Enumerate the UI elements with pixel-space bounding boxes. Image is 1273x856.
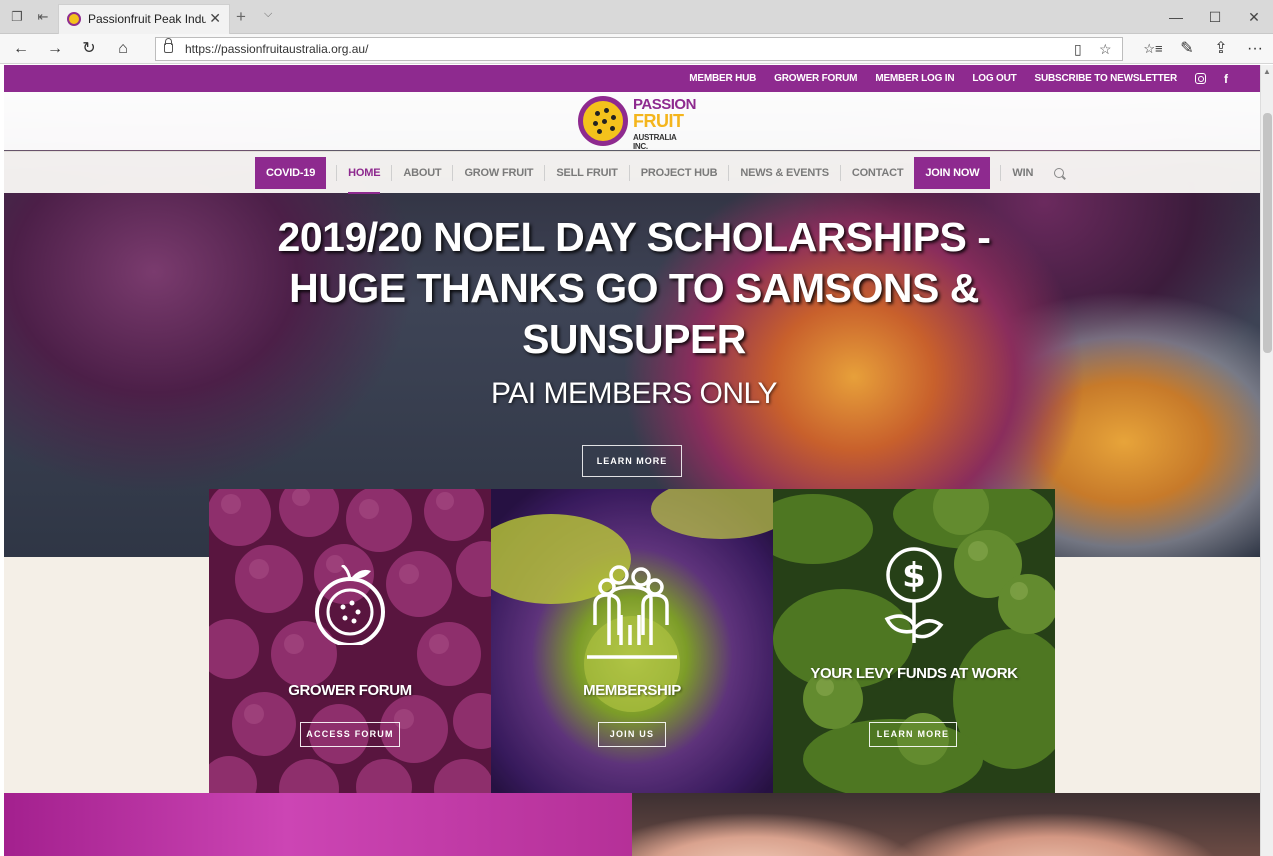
- browser-address-bar: ← → ↻ ⌂ https://passionfruitaustralia.or…: [0, 34, 1273, 64]
- hero-title: 2019/20 NOEL DAY SCHOLARSHIPS - HUGE THA…: [277, 214, 991, 362]
- search-icon[interactable]: [1054, 168, 1065, 178]
- refresh-icon[interactable]: ↻: [79, 39, 99, 59]
- hero-learn-more-button[interactable]: LEARN MORE: [582, 445, 682, 477]
- join-us-button[interactable]: JOIN US: [598, 722, 666, 747]
- passionfruit-logo-icon: [578, 96, 628, 146]
- nav-covid-19[interactable]: COVID-19: [255, 157, 327, 189]
- logo-text-fruit: FRUIT: [633, 111, 684, 131]
- browser-tab[interactable]: Passionfruit Peak Indust ✕: [58, 4, 230, 34]
- more-options-icon[interactable]: ···: [1245, 39, 1265, 59]
- share-icon[interactable]: ⇪: [1211, 39, 1231, 59]
- utility-bar: MEMBER HUB GROWER FORUM MEMBER LOG IN LO…: [4, 65, 1260, 92]
- website-viewport: MEMBER HUB GROWER FORUM MEMBER LOG IN LO…: [4, 65, 1260, 856]
- tab-actions-icon[interactable]: ❐: [8, 8, 26, 26]
- home-icon[interactable]: ⌂: [113, 39, 133, 59]
- maximize-icon[interactable]: ☐: [1205, 9, 1225, 26]
- back-arrow-icon[interactable]: ←: [11, 39, 31, 59]
- facebook-icon[interactable]: f: [1224, 72, 1228, 86]
- levy-funds-card-title: YOUR LEVY FUNDS AT WORK: [810, 665, 1018, 682]
- nav-grow-fruit[interactable]: GROW FRUIT: [453, 157, 544, 189]
- access-forum-button[interactable]: ACCESS FORUM: [300, 722, 400, 747]
- membership-card[interactable]: MEMBERSHIP JOIN US: [491, 489, 773, 793]
- nav-about[interactable]: ABOUT: [392, 157, 452, 189]
- nav-win[interactable]: WIN: [1001, 157, 1044, 189]
- scroll-up-icon[interactable]: ▲: [1263, 67, 1271, 76]
- passionfruit-icon: [315, 565, 385, 645]
- close-tab-icon[interactable]: ✕: [209, 10, 221, 27]
- favorite-star-icon[interactable]: ☆: [1099, 41, 1112, 58]
- money-plant-icon: $: [884, 547, 944, 643]
- page-scrollbar[interactable]: ▲: [1260, 65, 1273, 856]
- pen-icon[interactable]: ✎: [1177, 39, 1197, 59]
- logo-bar: PASSION FRUIT AUSTRALIA INC.: [4, 92, 1260, 151]
- lock-icon: [164, 38, 173, 53]
- url-text: https://passionfruitaustralia.org.au/: [185, 42, 369, 56]
- logo-text-australia: AUSTRALIA INC.: [633, 133, 677, 151]
- svg-text:$: $: [902, 556, 926, 596]
- bottom-purple-image: [4, 793, 632, 856]
- nav-sell-fruit[interactable]: SELL FRUIT: [545, 157, 628, 189]
- hero-subtitle: PAI MEMBERS ONLY: [491, 377, 777, 410]
- nav-join-now[interactable]: JOIN NOW: [914, 157, 991, 189]
- grower-forum-card[interactable]: GROWER FORUM ACCESS FORUM: [209, 489, 491, 793]
- membership-card-title: MEMBERSHIP: [583, 682, 681, 699]
- bottom-hands-image: [632, 793, 1260, 856]
- reading-view-icon[interactable]: ▯: [1074, 41, 1082, 58]
- site-logo[interactable]: PASSION FRUIT AUSTRALIA INC.: [578, 94, 696, 151]
- main-navigation: COVID-19 HOME ABOUT GROW FRUIT SELL FRUI…: [4, 151, 1260, 194]
- nav-news-events[interactable]: NEWS & EVENTS: [729, 157, 839, 189]
- favorites-list-icon[interactable]: ☆≡: [1143, 39, 1163, 59]
- member-login-link[interactable]: MEMBER LOG IN: [875, 73, 954, 84]
- instagram-icon[interactable]: [1195, 73, 1206, 84]
- levy-learn-more-button[interactable]: LEARN MORE: [869, 722, 957, 747]
- minimize-icon[interactable]: —: [1166, 9, 1186, 25]
- subscribe-newsletter-link[interactable]: SUBSCRIBE TO NEWSLETTER: [1035, 73, 1178, 84]
- url-input[interactable]: https://passionfruitaustralia.org.au/ ▯ …: [155, 37, 1123, 61]
- nav-contact[interactable]: CONTACT: [841, 157, 915, 189]
- passionfruit-favicon-icon: [67, 12, 81, 26]
- logout-link[interactable]: LOG OUT: [972, 73, 1016, 84]
- new-tab-icon[interactable]: +: [236, 7, 246, 27]
- close-window-icon[interactable]: ✕: [1244, 9, 1264, 26]
- tab-menu-chevron-icon[interactable]: ⌵: [264, 8, 272, 21]
- set-aside-tabs-icon[interactable]: ⇤: [34, 8, 52, 26]
- tab-title: Passionfruit Peak Indust: [88, 12, 206, 26]
- nav-home[interactable]: HOME: [337, 157, 391, 194]
- levy-funds-card[interactable]: $ YOUR LEVY FUNDS AT WORK LEARN MORE: [773, 489, 1055, 793]
- nav-project-hub[interactable]: PROJECT HUB: [630, 157, 729, 189]
- grower-forum-card-title: GROWER FORUM: [288, 682, 412, 699]
- browser-tab-bar: ❐ ⇤ Passionfruit Peak Indust ✕ + ⌵ — ☐ ✕: [0, 0, 1273, 34]
- people-group-icon: [587, 565, 677, 659]
- member-hub-link[interactable]: MEMBER HUB: [689, 73, 756, 84]
- forward-arrow-icon[interactable]: →: [45, 39, 65, 59]
- scrollbar-thumb[interactable]: [1263, 113, 1272, 353]
- feature-cards: GROWER FORUM ACCESS FORUM MEMBERSHIP JOI…: [209, 489, 1055, 793]
- grower-forum-link[interactable]: GROWER FORUM: [774, 73, 857, 84]
